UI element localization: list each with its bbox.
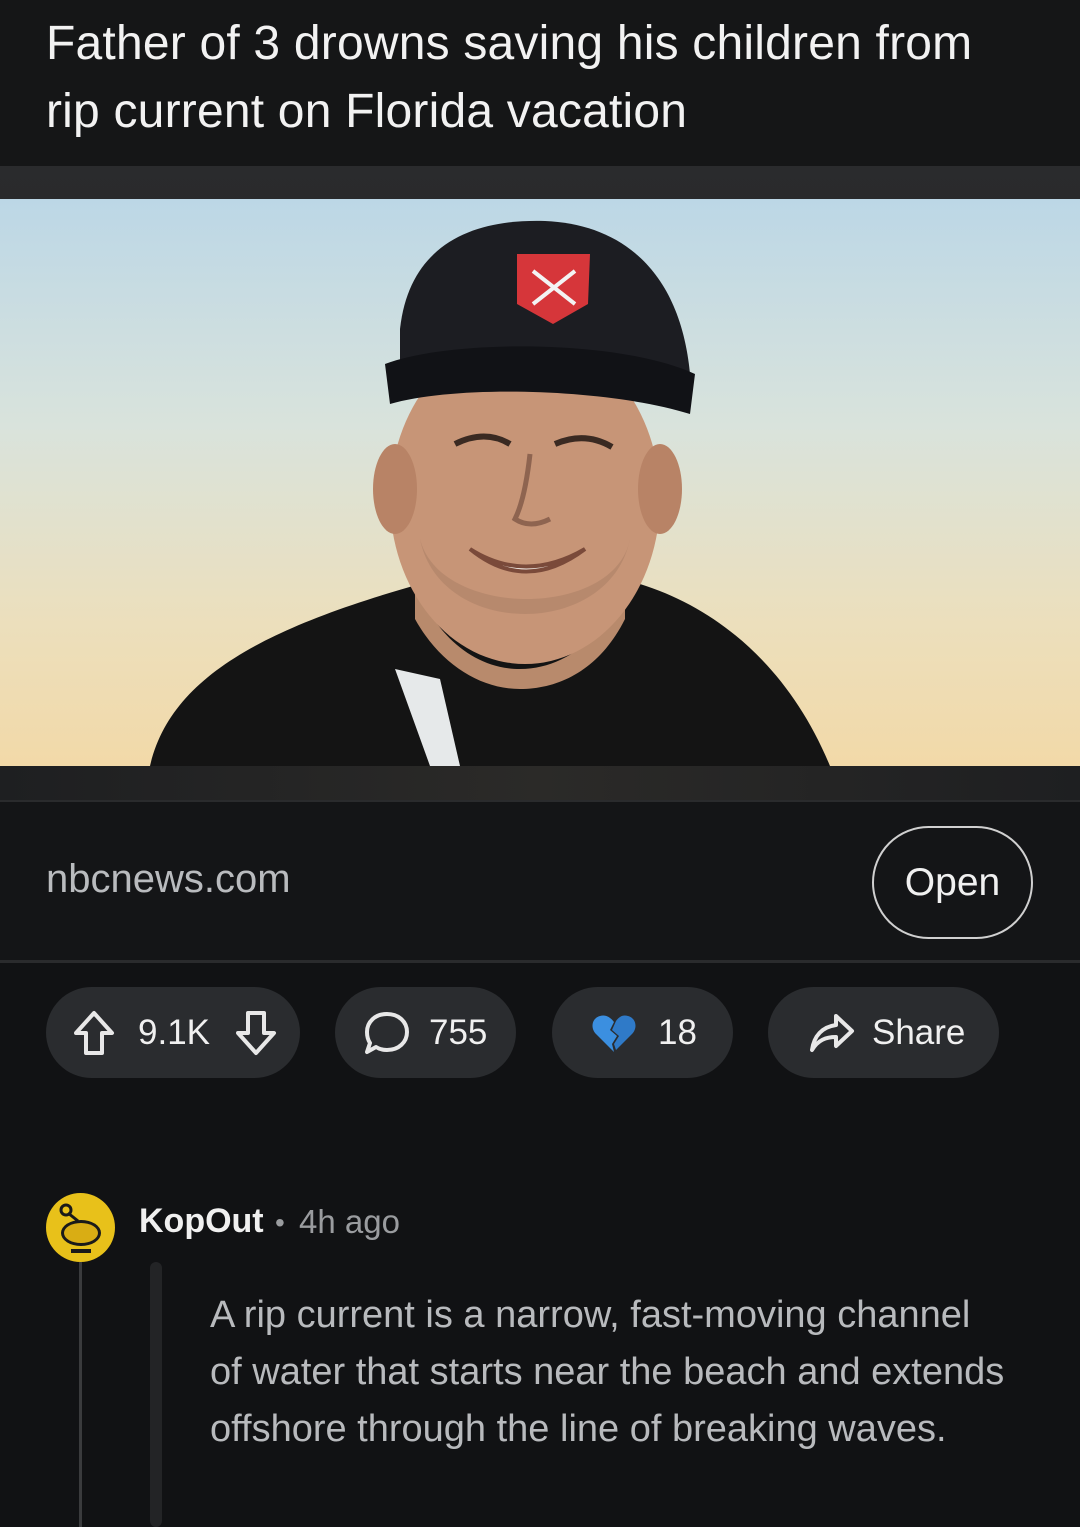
divider: [0, 960, 1080, 963]
vote-pill: 9.1K: [46, 987, 300, 1078]
comment-body: A rip current is a narrow, fast-moving c…: [210, 1294, 1005, 1450]
link-preview-image[interactable]: [0, 199, 1080, 766]
comment-timestamp: 4h ago: [299, 1203, 400, 1240]
upvote-icon[interactable]: [72, 1009, 116, 1057]
link-domain[interactable]: nbcnews.com: [46, 857, 291, 902]
post-title-block: Father of 3 drowns saving his children f…: [0, 0, 1080, 166]
vote-count: 9.1K: [138, 1012, 210, 1052]
awards-button[interactable]: 18: [552, 987, 733, 1078]
comments-button[interactable]: 755: [335, 987, 516, 1078]
thread-line[interactable]: [79, 1262, 82, 1527]
post-title[interactable]: Father of 3 drowns saving his children f…: [46, 10, 1034, 146]
share-arrow-icon: [808, 1012, 856, 1054]
share-button[interactable]: Share: [768, 987, 999, 1078]
person-photo-illustration: [150, 220, 830, 766]
open-link-button[interactable]: Open: [872, 826, 1033, 939]
link-preview-frame-bottom: [0, 766, 1080, 800]
comment-count: 755: [429, 1012, 488, 1052]
award-count: 18: [658, 1012, 697, 1052]
broken-heart-icon: [590, 1012, 638, 1054]
share-label: Share: [872, 1012, 966, 1052]
snoo-avatar-icon: [59, 1203, 101, 1253]
comment-indent-line: [150, 1262, 162, 1527]
avatar[interactable]: [46, 1193, 115, 1262]
comment-bubble-icon: [363, 1010, 411, 1056]
downvote-icon[interactable]: [234, 1009, 278, 1057]
comment-username[interactable]: KopOut: [139, 1202, 264, 1241]
meta-separator: •: [275, 1207, 285, 1238]
